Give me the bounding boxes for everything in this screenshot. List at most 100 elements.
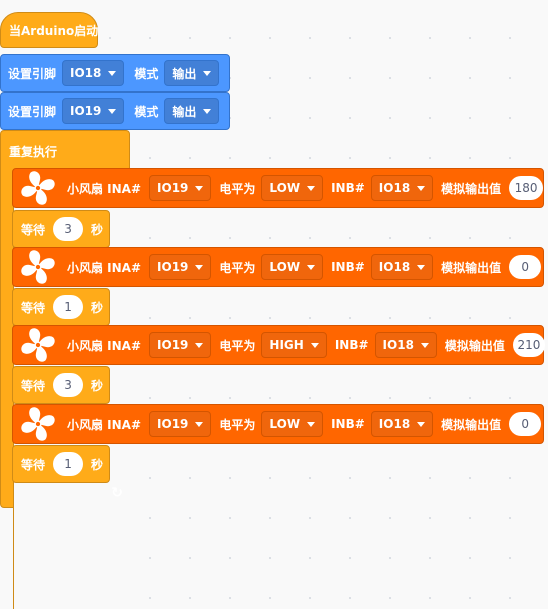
chevron-down-icon: [420, 342, 429, 348]
seconds-unit: 秒: [91, 457, 104, 472]
mode-dropdown[interactable]: 输出: [164, 60, 220, 86]
level-dropdown[interactable]: LOW: [261, 411, 324, 437]
fan-block-3[interactable]: 小风扇 INA# IO19 电平为 HIGH INB# IO18 模拟输出值 2…: [12, 325, 545, 365]
mode-value: 输出: [172, 104, 197, 119]
inb-pin-dropdown[interactable]: IO18: [370, 411, 434, 437]
analog-label: 模拟输出值: [441, 181, 502, 196]
mode-value: 输出: [172, 66, 197, 81]
wait-block-1[interactable]: 等待 3 秒: [12, 210, 110, 248]
fan-block-1[interactable]: 小风扇 INA# IO19 电平为 LOW INB# IO18 模拟输出值 18…: [12, 168, 544, 208]
analog-label: 模拟输出值: [441, 417, 502, 432]
fan-icon: [21, 328, 55, 362]
fan-label: 小风扇 INA#: [67, 181, 142, 196]
pin-dropdown[interactable]: IO18: [62, 60, 125, 86]
wait-seconds-input[interactable]: 3: [53, 217, 84, 241]
fan-block-4[interactable]: 小风扇 INA# IO19 电平为 LOW INB# IO18 模拟输出值 0: [12, 404, 544, 444]
chevron-down-icon: [108, 108, 117, 114]
inb-label: INB#: [331, 181, 365, 195]
wait-seconds-input[interactable]: 1: [53, 452, 84, 476]
chevron-down-icon: [203, 70, 212, 76]
when-arduino-starts-block[interactable]: 当Arduino启动: [0, 12, 98, 48]
level-label: 电平为: [219, 181, 256, 196]
fan-icon: [21, 250, 55, 284]
inb-pin-dropdown[interactable]: IO18: [374, 332, 437, 358]
wait-seconds-input[interactable]: 1: [53, 295, 84, 319]
pin-value: IO19: [70, 104, 102, 118]
fan-block-2[interactable]: 小风扇 INA# IO19 电平为 LOW INB# IO18 模拟输出值 0: [12, 247, 544, 287]
chevron-down-icon: [417, 264, 426, 270]
ina-pin-dropdown[interactable]: IO19: [149, 411, 212, 437]
level-value: LOW: [269, 417, 301, 431]
ina-pin-value: IO19: [157, 260, 189, 274]
chevron-down-icon: [310, 342, 319, 348]
chevron-down-icon: [195, 342, 204, 348]
wait-block-2[interactable]: 等待 1 秒: [12, 288, 110, 326]
ina-pin-value: IO19: [157, 181, 189, 195]
level-label: 电平为: [219, 260, 256, 275]
inb-label: INB#: [334, 338, 369, 352]
level-dropdown[interactable]: LOW: [261, 175, 324, 201]
wait-label: 等待: [21, 457, 46, 472]
set-pin-block-2[interactable]: 设置引脚 IO19 模式 输出: [0, 92, 230, 130]
fan-label: 小风扇 INA#: [67, 338, 142, 353]
level-dropdown[interactable]: HIGH: [261, 332, 327, 358]
wait-label: 等待: [21, 300, 46, 315]
loop-label: 重复执行: [9, 145, 58, 159]
pin-value: IO18: [70, 66, 102, 80]
analog-value-input[interactable]: 0: [509, 412, 542, 436]
inb-pin-value: IO18: [378, 260, 411, 274]
inb-pin-value: IO18: [378, 417, 411, 431]
hat-label: 当Arduino启动: [9, 23, 99, 38]
set-pin-block-1[interactable]: 设置引脚 IO18 模式 输出: [0, 54, 230, 92]
inb-label: INB#: [331, 260, 365, 274]
level-label: 电平为: [219, 417, 256, 432]
mode-label: 模式: [134, 66, 159, 81]
ina-pin-dropdown[interactable]: IO19: [149, 254, 212, 280]
fan-icon: [21, 171, 55, 205]
chevron-down-icon: [195, 185, 204, 191]
ina-pin-value: IO19: [157, 338, 189, 352]
level-value: HIGH: [269, 338, 304, 352]
inb-label: INB#: [331, 417, 365, 431]
pin-dropdown[interactable]: IO19: [62, 98, 125, 124]
mode-label: 模式: [134, 104, 159, 119]
ina-pin-value: IO19: [157, 417, 189, 431]
chevron-down-icon: [307, 264, 316, 270]
level-value: LOW: [269, 181, 301, 195]
wait-label: 等待: [21, 378, 46, 393]
inb-pin-value: IO18: [382, 338, 414, 352]
inb-pin-dropdown[interactable]: IO18: [370, 175, 434, 201]
chevron-down-icon: [417, 185, 426, 191]
chevron-down-icon: [195, 264, 204, 270]
level-label: 电平为: [219, 338, 256, 353]
inb-pin-value: IO18: [378, 181, 411, 195]
chevron-down-icon: [417, 421, 426, 427]
analog-label: 模拟输出值: [441, 260, 502, 275]
set-pin-label: 设置引脚: [8, 66, 57, 81]
chevron-down-icon: [203, 108, 212, 114]
fan-label: 小风扇 INA#: [67, 417, 142, 432]
analog-value-input[interactable]: 210: [512, 333, 545, 357]
chevron-down-icon: [195, 421, 204, 427]
chevron-down-icon: [307, 421, 316, 427]
loop-arrow-icon: ↻: [111, 485, 123, 501]
analog-value-input[interactable]: 180: [509, 176, 543, 200]
seconds-unit: 秒: [91, 378, 104, 393]
chevron-down-icon: [108, 70, 117, 76]
inb-pin-dropdown[interactable]: IO18: [370, 254, 434, 280]
level-dropdown[interactable]: LOW: [261, 254, 324, 280]
ina-pin-dropdown[interactable]: IO19: [149, 332, 212, 358]
wait-label: 等待: [21, 222, 46, 237]
analog-value-input[interactable]: 0: [509, 255, 542, 279]
ina-pin-dropdown[interactable]: IO19: [149, 175, 212, 201]
level-value: LOW: [269, 260, 301, 274]
wait-block-3[interactable]: 等待 3 秒: [12, 366, 110, 404]
mode-dropdown[interactable]: 输出: [164, 98, 220, 124]
analog-label: 模拟输出值: [444, 338, 505, 353]
seconds-unit: 秒: [91, 222, 104, 237]
wait-block-4[interactable]: 等待 1 秒: [12, 445, 110, 483]
seconds-unit: 秒: [91, 300, 104, 315]
set-pin-label: 设置引脚: [8, 104, 57, 119]
fan-icon: [21, 407, 55, 441]
wait-seconds-input[interactable]: 3: [53, 373, 84, 397]
